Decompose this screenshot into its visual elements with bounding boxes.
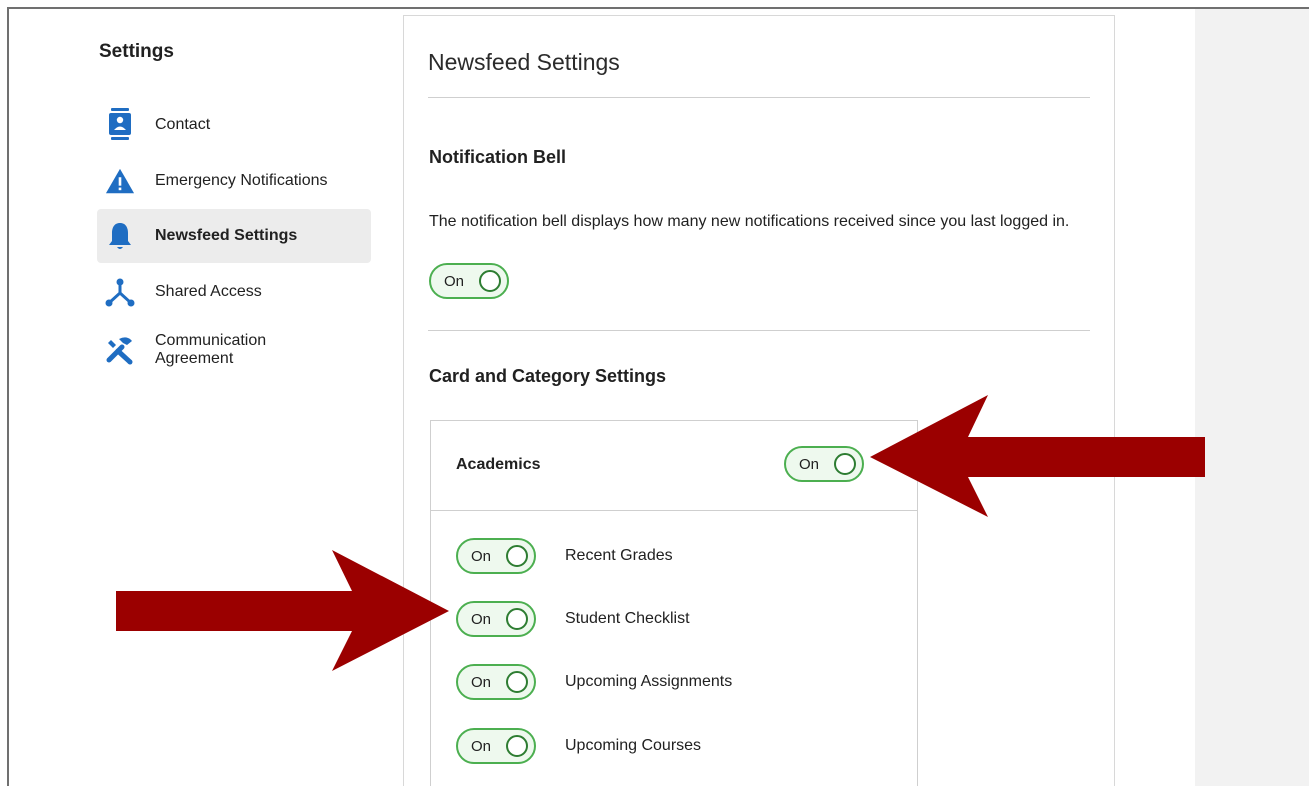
bell-icon bbox=[105, 221, 135, 251]
toggle-knob bbox=[506, 671, 528, 693]
sidebar-item-label: Contact bbox=[155, 116, 211, 133]
sidebar-item-label: Shared Access bbox=[155, 283, 262, 300]
sidebar-title: Settings bbox=[99, 41, 174, 62]
divider bbox=[428, 330, 1090, 331]
recent-grades-toggle[interactable]: On bbox=[456, 538, 536, 574]
arrow-left-annotation bbox=[870, 395, 1205, 517]
page-title: Newsfeed Settings bbox=[428, 49, 620, 75]
sidebar-item-label: Communication Agreement bbox=[155, 332, 267, 367]
toggle-state-label: On bbox=[471, 674, 492, 691]
share-nodes-icon bbox=[105, 277, 135, 307]
notification-bell-description: The notification bell displays how many … bbox=[429, 213, 1070, 230]
upcoming-assignments-toggle[interactable]: On bbox=[456, 664, 536, 700]
sidebar-item-label: Emergency Notifications bbox=[155, 172, 328, 189]
toggle-state-label: On bbox=[444, 273, 465, 290]
notification-bell-toggle[interactable]: On bbox=[429, 263, 509, 299]
sidebar-item-newsfeed-settings[interactable]: Newsfeed Settings bbox=[97, 209, 371, 263]
academics-title: Academics bbox=[456, 456, 541, 473]
upcoming-courses-toggle[interactable]: On bbox=[456, 728, 536, 764]
warning-icon bbox=[105, 166, 135, 196]
toggle-knob bbox=[506, 735, 528, 757]
divider bbox=[428, 97, 1090, 98]
card-category-heading: Card and Category Settings bbox=[429, 366, 667, 386]
academics-card: Academics On On Recent Grades On Student… bbox=[430, 420, 918, 786]
card-divider bbox=[431, 510, 917, 511]
sidebar-item-contact[interactable]: Contact bbox=[97, 98, 371, 152]
notification-bell-heading: Notification Bell bbox=[429, 147, 567, 167]
right-margin-area bbox=[1195, 9, 1309, 786]
student-checklist-label: Student Checklist bbox=[565, 610, 690, 627]
sidebar-item-shared-access[interactable]: Shared Access bbox=[97, 265, 371, 319]
student-checklist-toggle[interactable]: On bbox=[456, 601, 536, 637]
toggle-state-label: On bbox=[471, 738, 492, 755]
academics-toggle[interactable]: On bbox=[784, 446, 864, 482]
toggle-knob bbox=[506, 608, 528, 630]
upcoming-courses-label: Upcoming Courses bbox=[565, 737, 702, 754]
toggle-knob bbox=[479, 270, 501, 292]
toggle-state-label: On bbox=[471, 611, 492, 628]
toggle-state-label: On bbox=[799, 456, 820, 473]
tools-icon bbox=[105, 335, 135, 365]
recent-grades-label: Recent Grades bbox=[565, 547, 673, 564]
toggle-knob bbox=[834, 453, 856, 475]
sidebar-item-emergency-notifications[interactable]: Emergency Notifications bbox=[97, 154, 371, 208]
toggle-knob bbox=[506, 545, 528, 567]
sidebar-item-communication-agreement[interactable]: Communication Agreement bbox=[97, 323, 371, 377]
arrow-right-annotation bbox=[116, 550, 449, 671]
sidebar-item-label: Newsfeed Settings bbox=[155, 227, 298, 244]
contact-card-icon bbox=[105, 108, 135, 140]
toggle-state-label: On bbox=[471, 548, 492, 565]
upcoming-assignments-label: Upcoming Assignments bbox=[565, 673, 733, 690]
